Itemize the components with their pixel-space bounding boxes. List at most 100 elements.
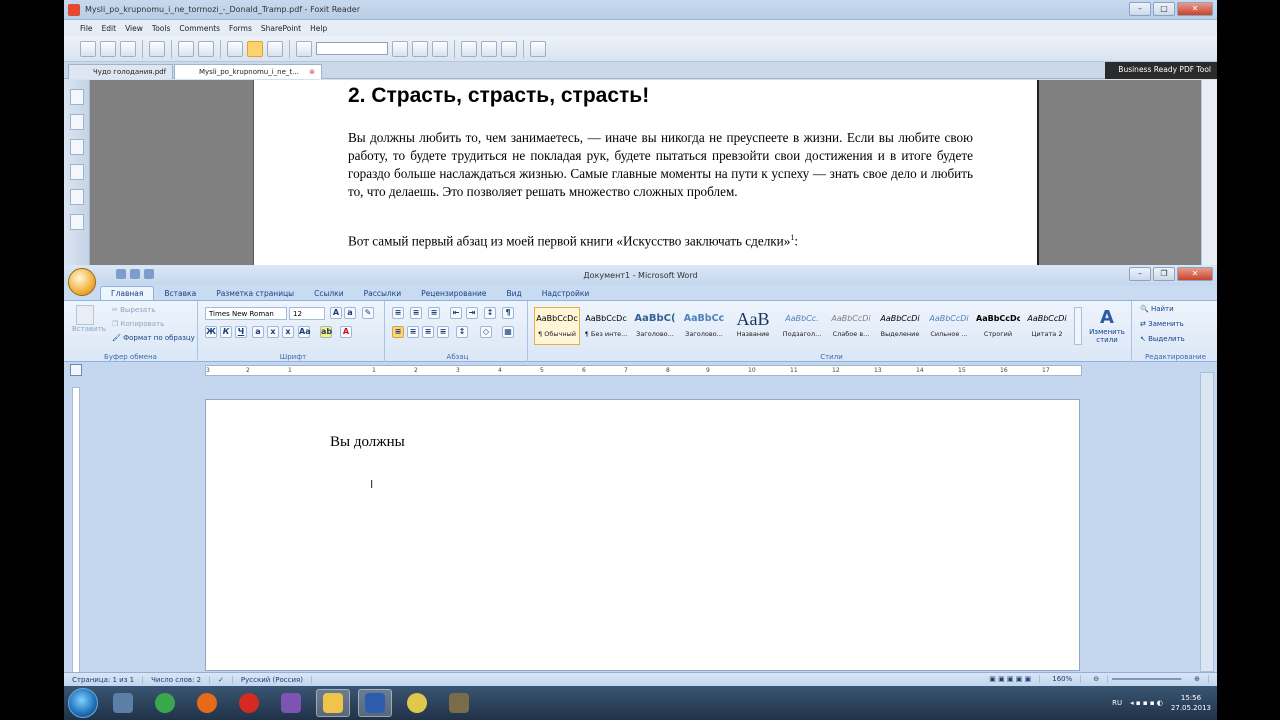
subscript-icon[interactable]: x — [267, 326, 279, 338]
annotate-icon[interactable] — [432, 40, 448, 57]
spellcheck-icon[interactable]: ✓ — [210, 675, 233, 684]
redo-icon[interactable] — [144, 269, 154, 279]
superscript-icon[interactable]: x — [282, 326, 294, 338]
numbering-icon[interactable]: ≡ — [410, 307, 422, 319]
sort-icon[interactable]: ↕ — [484, 307, 496, 319]
pages-icon[interactable] — [69, 89, 84, 105]
comments-icon[interactable] — [69, 164, 84, 180]
style-subtle-emphasis[interactable]: AaBbCcDi Слабое в... — [828, 307, 874, 345]
fit-width-icon[interactable] — [501, 40, 517, 57]
zoom-slider[interactable] — [1112, 678, 1183, 680]
document-icon[interactable] — [227, 40, 243, 57]
minimize-button[interactable]: – — [1129, 267, 1151, 281]
menu-sharepoint[interactable]: SharePoint — [261, 24, 301, 33]
menu-tools[interactable]: Tools — [152, 24, 170, 33]
save-icon[interactable] — [116, 269, 126, 279]
bullets-icon[interactable]: ≡ — [392, 307, 404, 319]
print-icon[interactable] — [149, 40, 165, 57]
style-subtitle[interactable]: AaBbCc. Подзагол... — [779, 307, 825, 345]
hand-tool-icon[interactable] — [247, 40, 263, 57]
cut-button[interactable]: ✂ Вырезать — [112, 306, 155, 314]
style-no-spacing[interactable]: AaBbCcDc ¶ Без инте... — [583, 307, 629, 345]
signatures-icon[interactable] — [69, 214, 84, 230]
align-right-icon[interactable]: ≡ — [422, 326, 434, 338]
style-emphasis[interactable]: AaBbCcDi Выделение — [877, 307, 923, 345]
grow-font-icon[interactable]: A — [330, 307, 342, 319]
zoom-icon[interactable] — [461, 40, 477, 57]
undo-icon[interactable] — [130, 269, 140, 279]
taskbar-tool[interactable] — [442, 689, 476, 717]
binoculars-icon[interactable] — [296, 40, 312, 57]
line-spacing-icon[interactable]: ↕ — [456, 326, 468, 338]
style-intense-emphasis[interactable]: AaBbCcDi Сильное ... — [926, 307, 972, 345]
language-indicator[interactable]: Русский (Россия) — [233, 675, 312, 684]
tab-page-layout[interactable]: Разметка страницы — [206, 287, 304, 300]
vertical-ruler[interactable] — [72, 387, 80, 677]
shading-icon[interactable]: ◇ — [480, 326, 492, 338]
increase-indent-icon[interactable]: ⇥ — [466, 307, 478, 319]
show-marks-icon[interactable]: ¶ — [502, 307, 514, 319]
styles-scroll[interactable] — [1074, 307, 1082, 345]
document-page[interactable]: Вы должны I — [205, 399, 1080, 671]
replace-button[interactable]: ⇄ Заменить — [1140, 320, 1184, 328]
underline-icon[interactable]: Ч — [235, 326, 247, 338]
style-normal[interactable]: AaBbCcDc ¶ Обычный — [534, 307, 580, 345]
multilevel-list-icon[interactable]: ≡ — [428, 307, 440, 319]
style-title[interactable]: AaB Название — [730, 307, 776, 345]
view-buttons-icon[interactable]: ▣ ▣ ▣ ▣ ▣ — [981, 675, 1041, 683]
menu-view[interactable]: View — [125, 24, 143, 33]
font-size-select[interactable]: 12 — [289, 307, 325, 320]
taskbar-media[interactable] — [274, 689, 308, 717]
taskbar-chat[interactable] — [400, 689, 434, 717]
tab-mysli-po-krupnomu[interactable]: Mysli_po_krupnomu_i_ne_t... ⊗ — [174, 64, 322, 79]
find-prev-icon[interactable] — [392, 40, 408, 57]
tab-view[interactable]: Вид — [496, 287, 531, 300]
style-quote-2[interactable]: AaBbCcDi Цитата 2 — [1024, 307, 1070, 345]
page-count[interactable]: Страница: 1 из 1 — [64, 675, 144, 684]
restore-button[interactable]: ❐ — [1153, 267, 1175, 281]
open-icon[interactable] — [80, 40, 96, 57]
style-strong[interactable]: AaBbCcDc Строгий — [975, 307, 1021, 345]
tab-review[interactable]: Рецензирование — [411, 287, 496, 300]
tab-references[interactable]: Ссылки — [304, 287, 353, 300]
menu-file[interactable]: File — [80, 24, 93, 33]
start-button[interactable] — [68, 688, 98, 718]
bookmarks-icon[interactable] — [69, 114, 84, 130]
word-count[interactable]: Число слов: 2 — [143, 675, 211, 684]
font-name-select[interactable]: Times New Roman — [205, 307, 287, 320]
tab-selector-button[interactable] — [70, 364, 82, 376]
ruler-bar[interactable]: 3 2 1 1 2 3 4 5 6 7 8 9 10 11 12 13 14 1… — [205, 365, 1082, 376]
format-painter-button[interactable]: 🖌 Формат по образцу — [112, 334, 195, 342]
menu-help[interactable]: Help — [310, 24, 327, 33]
highlight-icon[interactable]: ab — [320, 326, 332, 338]
taskbar-opera[interactable] — [232, 689, 266, 717]
change-styles-button[interactable]: A Изменить стили — [1086, 307, 1128, 344]
zoom-level[interactable]: 160% — [1044, 675, 1082, 683]
shrink-font-icon[interactable]: a — [344, 307, 356, 319]
menu-forms[interactable]: Forms — [229, 24, 252, 33]
language-indicator[interactable]: RU — [1112, 699, 1122, 707]
select-button[interactable]: ↖ Выделить — [1140, 335, 1185, 343]
taskbar-foxit[interactable] — [316, 689, 350, 717]
borders-icon[interactable]: ▦ — [502, 326, 514, 338]
decrease-indent-icon[interactable]: ⇤ — [450, 307, 462, 319]
office-button[interactable] — [68, 268, 96, 296]
foxit-vertical-scrollbar[interactable] — [1201, 80, 1217, 265]
screenshot-icon[interactable] — [198, 40, 214, 57]
zoom-out-icon[interactable]: ⊖ — [1085, 675, 1109, 683]
foxit-brand-banner[interactable]: Business Ready PDF Tool — [1105, 62, 1217, 79]
zoom-in-icon[interactable]: ⊕ — [1186, 675, 1209, 683]
copy-button[interactable]: ❐ Копировать — [112, 320, 164, 328]
tab-insert[interactable]: Вставка — [154, 287, 206, 300]
menu-edit[interactable]: Edit — [102, 24, 117, 33]
taskbar-chrome[interactable] — [148, 689, 182, 717]
minimize-button[interactable]: – — [1129, 2, 1151, 16]
convert-icon[interactable] — [530, 40, 546, 57]
word-vertical-scrollbar[interactable] — [1200, 372, 1214, 672]
menu-comments[interactable]: Comments — [179, 24, 220, 33]
align-center-icon[interactable]: ≡ — [407, 326, 419, 338]
maximize-button[interactable]: □ — [1153, 2, 1175, 16]
change-case-icon[interactable]: Aa — [298, 326, 311, 338]
attachments-icon[interactable] — [69, 189, 84, 205]
clock[interactable]: 15:56 27.05.2013 — [1171, 693, 1211, 713]
